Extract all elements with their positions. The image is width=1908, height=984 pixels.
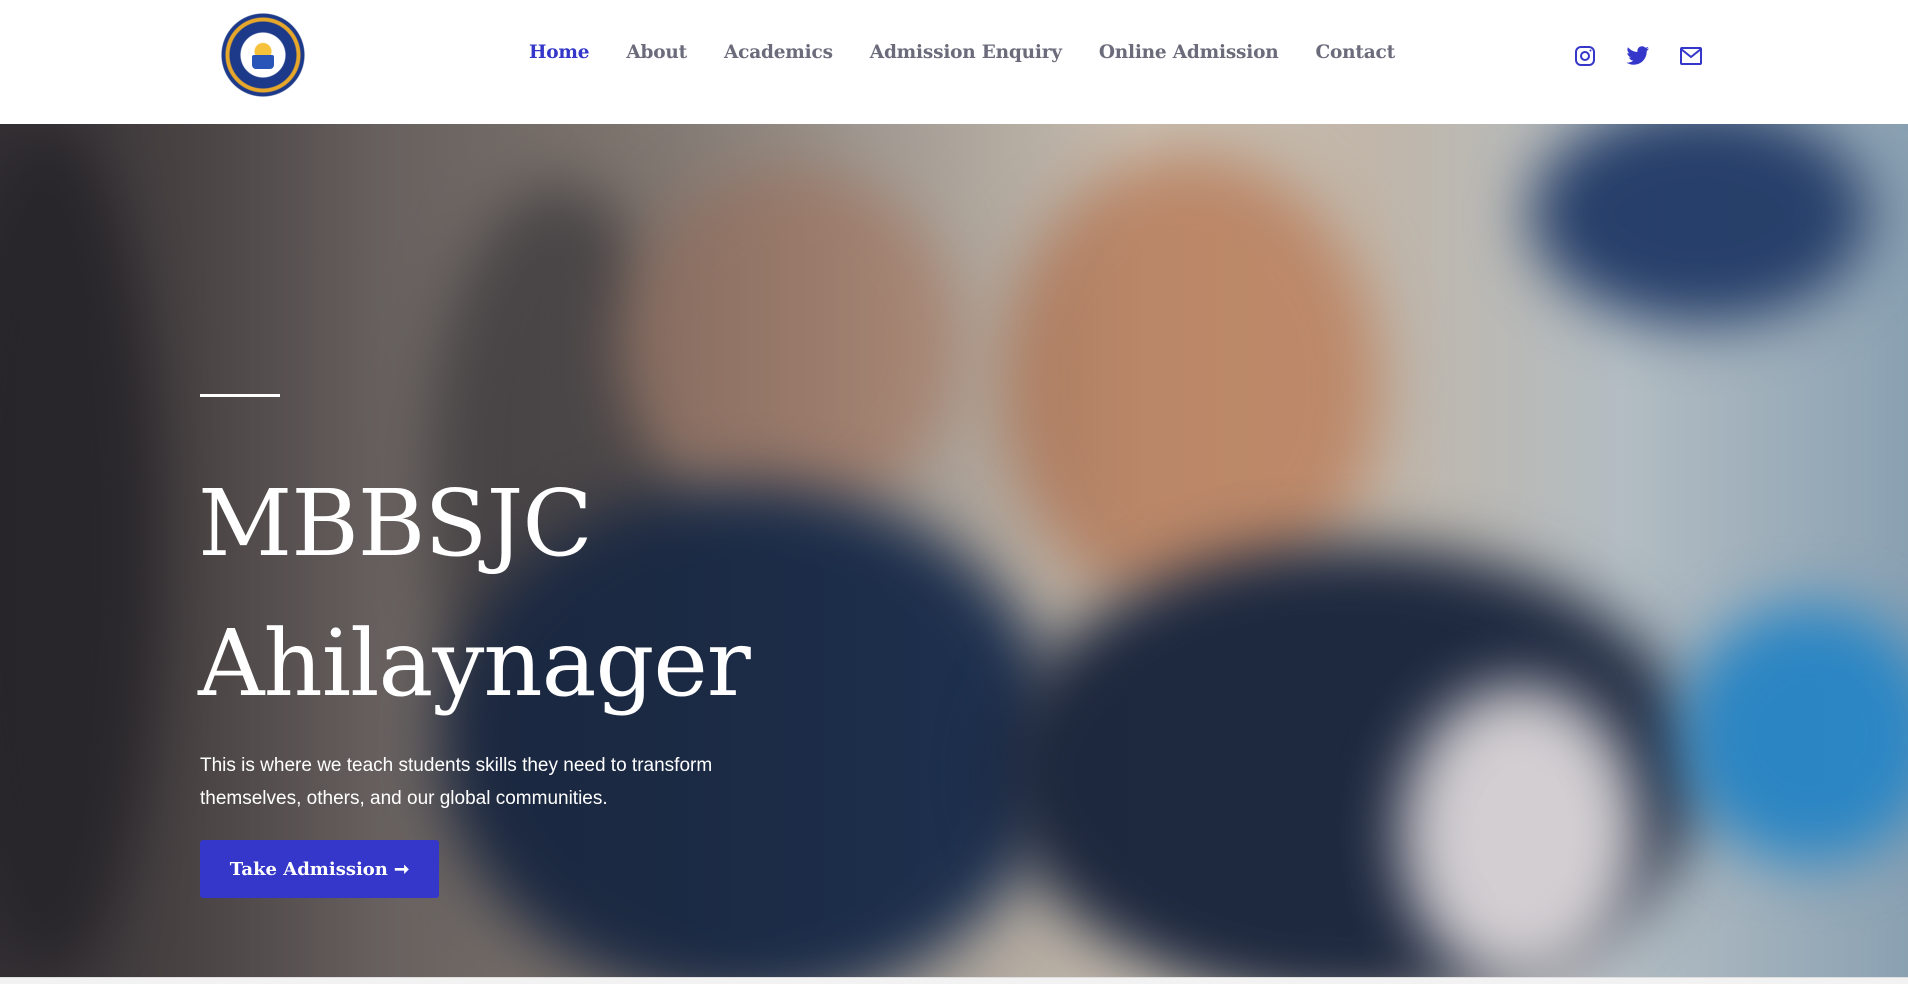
book-icon [252, 55, 274, 69]
hero-title-line-2: Ahilaynager [198, 610, 751, 717]
hero-description-line-2: themselves, others, and our global commu… [200, 788, 608, 809]
hero-divider [200, 394, 280, 397]
page-bottom-divider [0, 977, 1908, 984]
nav-about[interactable]: About [626, 42, 687, 63]
hero-section: MBBSJC Ahilaynager This is where we teac… [0, 124, 1908, 977]
hero-description-line-1: This is where we teach students skills t… [200, 755, 713, 776]
take-admission-button[interactable]: Take Admission ➞ [200, 840, 439, 898]
hero-title: MBBSJC Ahilaynager [198, 454, 898, 734]
main-nav: Home About Academics Admission Enquiry O… [529, 42, 1432, 63]
nav-admission-enquiry[interactable]: Admission Enquiry [870, 42, 1062, 63]
mail-icon[interactable] [1679, 44, 1703, 68]
hero-description: This is where we teach students skills t… [200, 749, 800, 815]
twitter-icon[interactable] [1626, 44, 1650, 68]
nav-online-admission[interactable]: Online Admission [1099, 42, 1279, 63]
nav-academics[interactable]: Academics [724, 42, 833, 63]
school-logo[interactable] [220, 12, 306, 98]
instagram-icon[interactable] [1573, 44, 1597, 68]
hero-title-line-1: MBBSJC [198, 470, 593, 577]
nav-contact[interactable]: Contact [1315, 42, 1395, 63]
site-header: Home About Academics Admission Enquiry O… [0, 0, 1908, 124]
nav-home[interactable]: Home [529, 42, 590, 63]
logo-emblem [245, 37, 281, 73]
social-links [1573, 44, 1703, 68]
